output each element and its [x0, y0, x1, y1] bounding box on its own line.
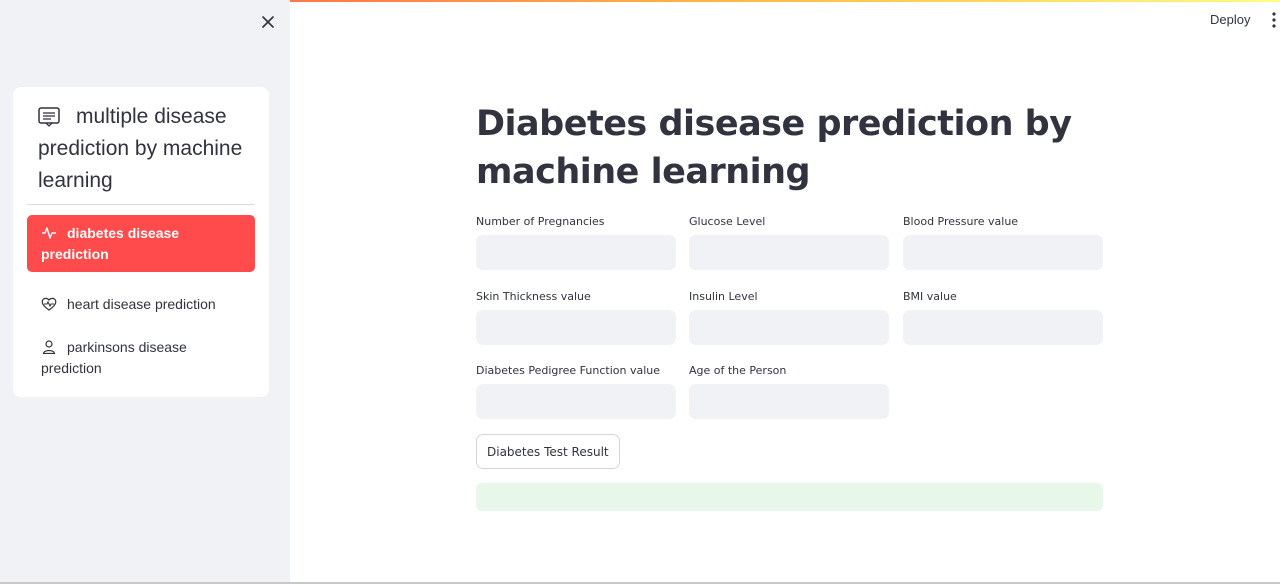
close-sidebar-button[interactable] [258, 12, 278, 32]
field-age: Age of the Person [689, 363, 889, 419]
field-pregnancies: Number of Pregnancies [476, 214, 676, 270]
deploy-button[interactable]: Deploy [1202, 10, 1258, 29]
menu-item-label: diabetes disease prediction [41, 225, 180, 262]
close-icon [262, 16, 274, 28]
menu-item-diabetes[interactable]: diabetes disease prediction [27, 215, 255, 272]
field-label: Diabetes Pedigree Function value [476, 364, 660, 377]
menu-item-parkinsons[interactable]: parkinsons disease prediction [27, 329, 255, 387]
menu-item-label: parkinsons disease prediction [41, 339, 187, 376]
result-message [476, 483, 1103, 511]
bmi-input[interactable] [903, 310, 1103, 345]
blood-pressure-input[interactable] [903, 235, 1103, 270]
glucose-input[interactable] [689, 235, 889, 270]
kebab-menu-icon [1272, 12, 1276, 28]
option-menu: multiple disease prediction by machine l… [13, 87, 269, 397]
activity-icon [42, 227, 56, 239]
main-menu-button[interactable] [1264, 10, 1280, 30]
menu-title: multiple disease prediction by machine l… [38, 105, 243, 192]
heart-pulse-icon [41, 297, 57, 311]
field-label: BMI value [903, 290, 957, 303]
field-glucose: Glucose Level [689, 214, 889, 270]
field-label: Skin Thickness value [476, 290, 591, 303]
diabetes-test-result-button[interactable]: Diabetes Test Result [476, 434, 620, 469]
field-insulin: Insulin Level [689, 289, 889, 345]
skin-thickness-input[interactable] [476, 310, 676, 345]
field-label: Insulin Level [689, 290, 758, 303]
menu-item-label: heart disease prediction [67, 296, 216, 312]
menu-item-heart[interactable]: heart disease prediction [27, 286, 255, 323]
person-icon [42, 340, 56, 354]
insulin-input[interactable] [689, 310, 889, 345]
age-input[interactable] [689, 384, 889, 419]
field-label: Number of Pregnancies [476, 215, 605, 228]
field-blood-pressure: Blood Pressure value [903, 214, 1103, 270]
field-pedigree: Diabetes Pedigree Function value [476, 363, 676, 419]
field-label: Blood Pressure value [903, 215, 1019, 228]
page-title: Diabetes disease prediction by machine l… [476, 104, 1072, 192]
pregnancies-input[interactable] [476, 235, 676, 270]
menu-header: multiple disease prediction by machine l… [38, 101, 253, 197]
field-skin-thickness: Skin Thickness value [476, 289, 676, 345]
list-card-icon [38, 107, 60, 127]
sidebar: multiple disease prediction by machine l… [0, 0, 290, 584]
field-bmi: BMI value [903, 289, 1103, 345]
pedigree-input[interactable] [476, 384, 676, 419]
field-label: Glucose Level [689, 215, 766, 228]
field-label: Age of the Person [689, 364, 787, 377]
menu-divider [27, 204, 255, 205]
